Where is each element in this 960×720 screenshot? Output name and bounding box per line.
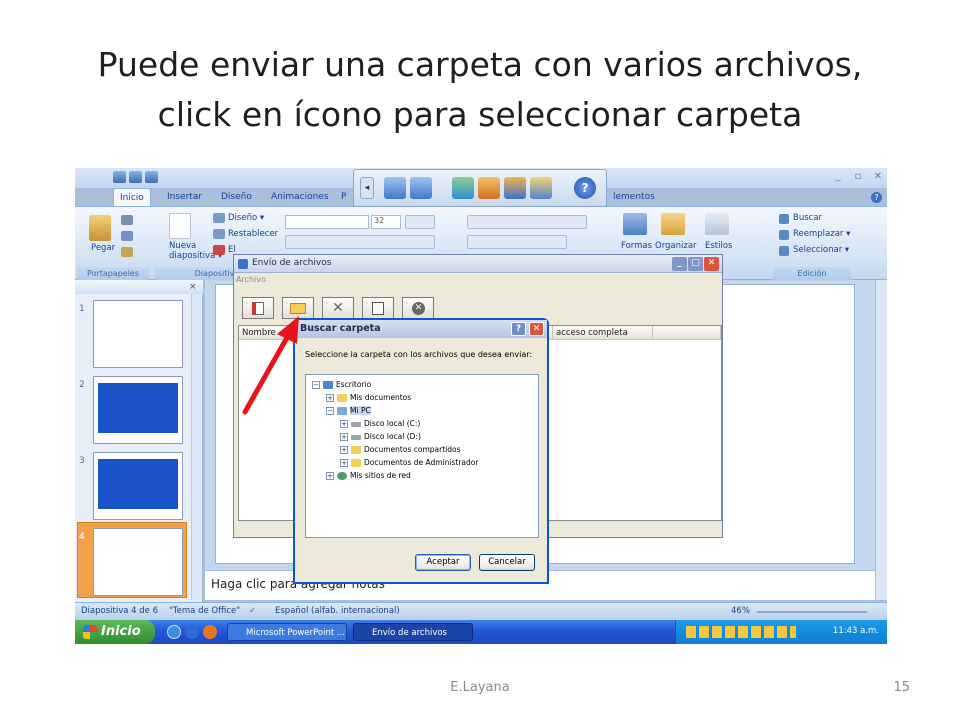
page-number: 15 [893,680,910,695]
arrow-shaft [242,331,292,415]
slide-title: Puede enviar una carpeta con varios arch… [97,45,863,134]
footer-author: E.Layana [450,680,510,695]
annotation-arrow [242,316,299,415]
screenshot: _ ▫ ✕ Inicio Insertar Diseño Animaciones… [75,168,887,644]
